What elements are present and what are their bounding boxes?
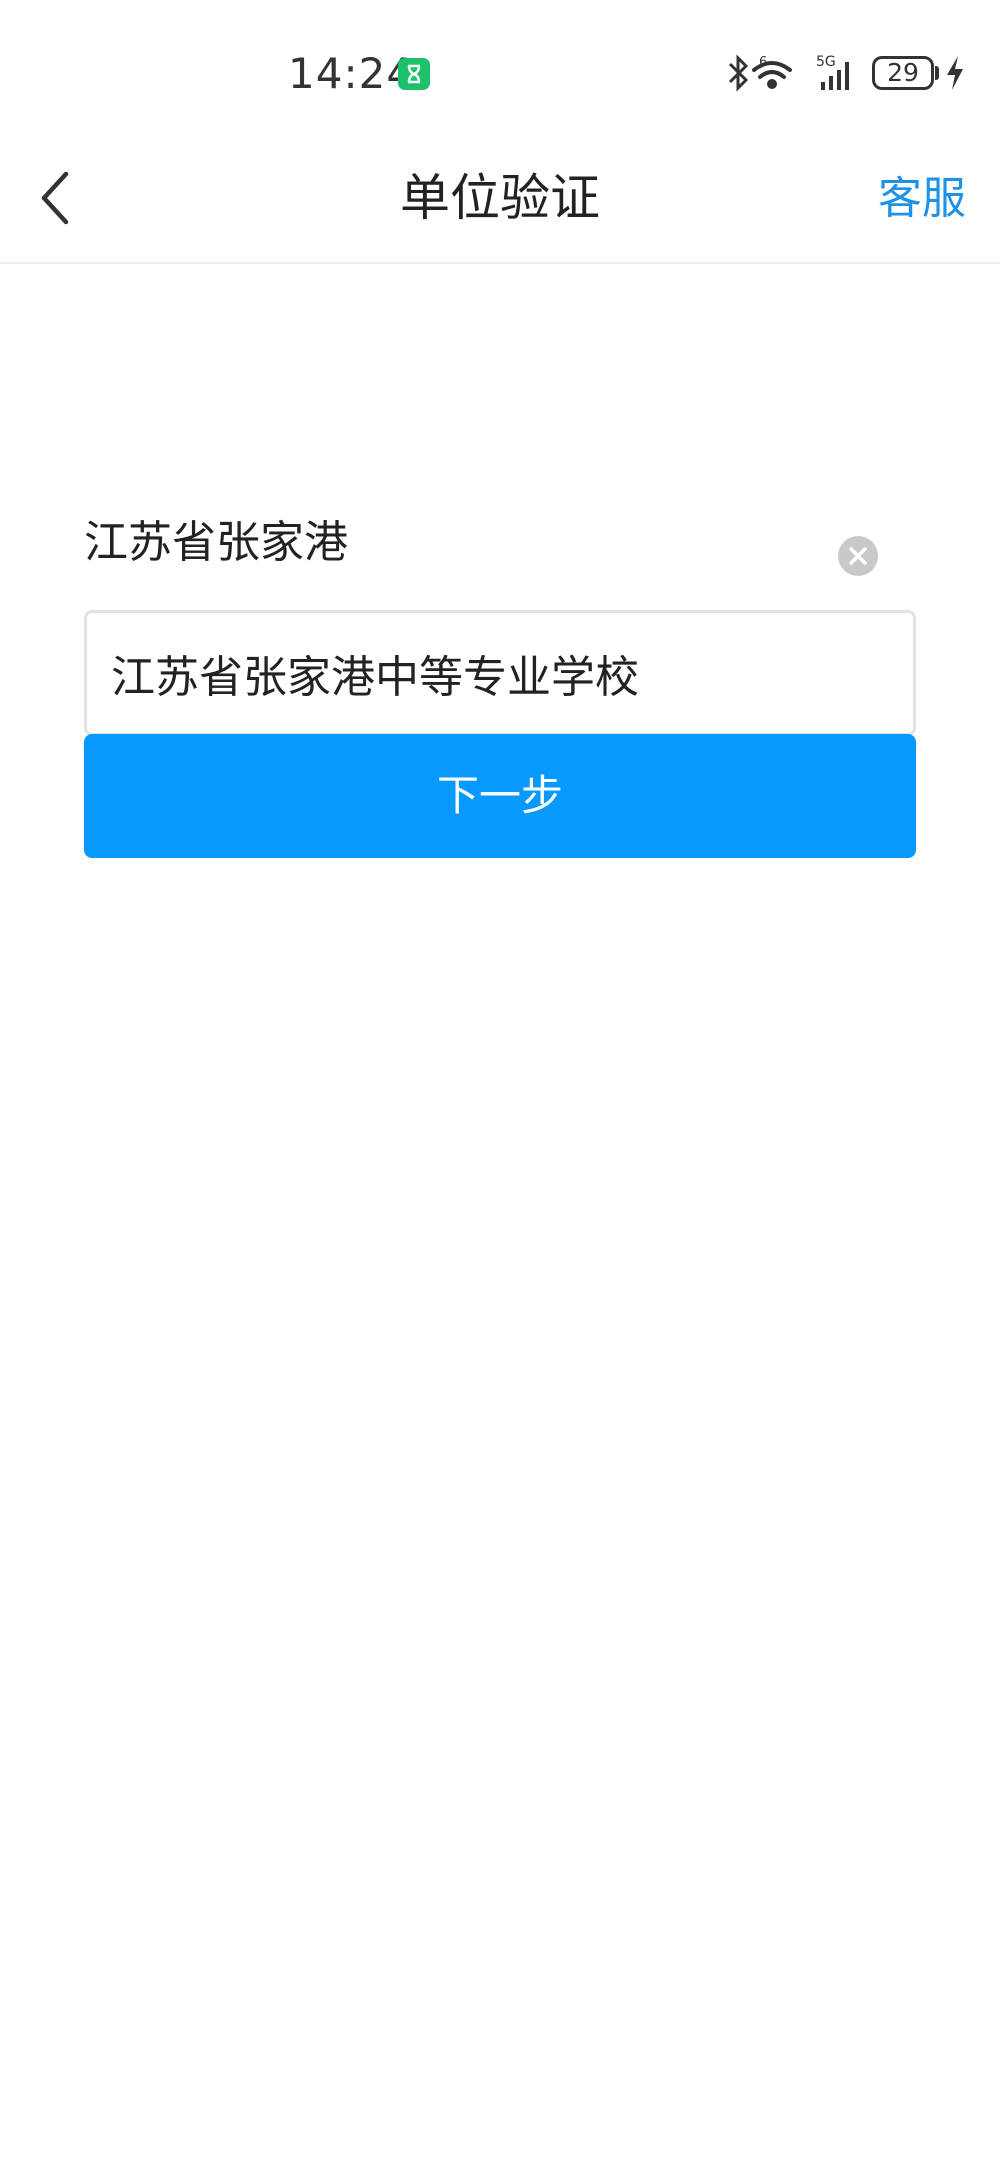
customer-service-link[interactable]: 客服: [878, 170, 966, 228]
battery-icon: 29: [872, 56, 934, 90]
charging-icon: [947, 56, 963, 90]
connectivity-icons: 6 5G: [728, 54, 849, 92]
clear-icon: [849, 547, 867, 565]
hourglass-icon: [398, 58, 430, 90]
region-label: 江苏省张家港: [84, 517, 348, 568]
clear-button[interactable]: [838, 536, 878, 576]
battery-tip: [935, 66, 939, 80]
next-step-button[interactable]: 下一步: [84, 734, 916, 858]
bluetooth-icon: [728, 54, 749, 92]
status-bar: 14:24 6 5G 29: [0, 0, 1000, 150]
school-name-input[interactable]: [84, 610, 916, 736]
battery-level: 29: [887, 58, 919, 87]
page-title: 单位验证: [400, 169, 600, 227]
nav-bar: 单位验证 客服: [0, 150, 1000, 264]
network-type-label: 5G: [816, 54, 836, 70]
status-time: 14:24: [288, 49, 415, 98]
wifi-generation-label: 6: [759, 55, 767, 70]
